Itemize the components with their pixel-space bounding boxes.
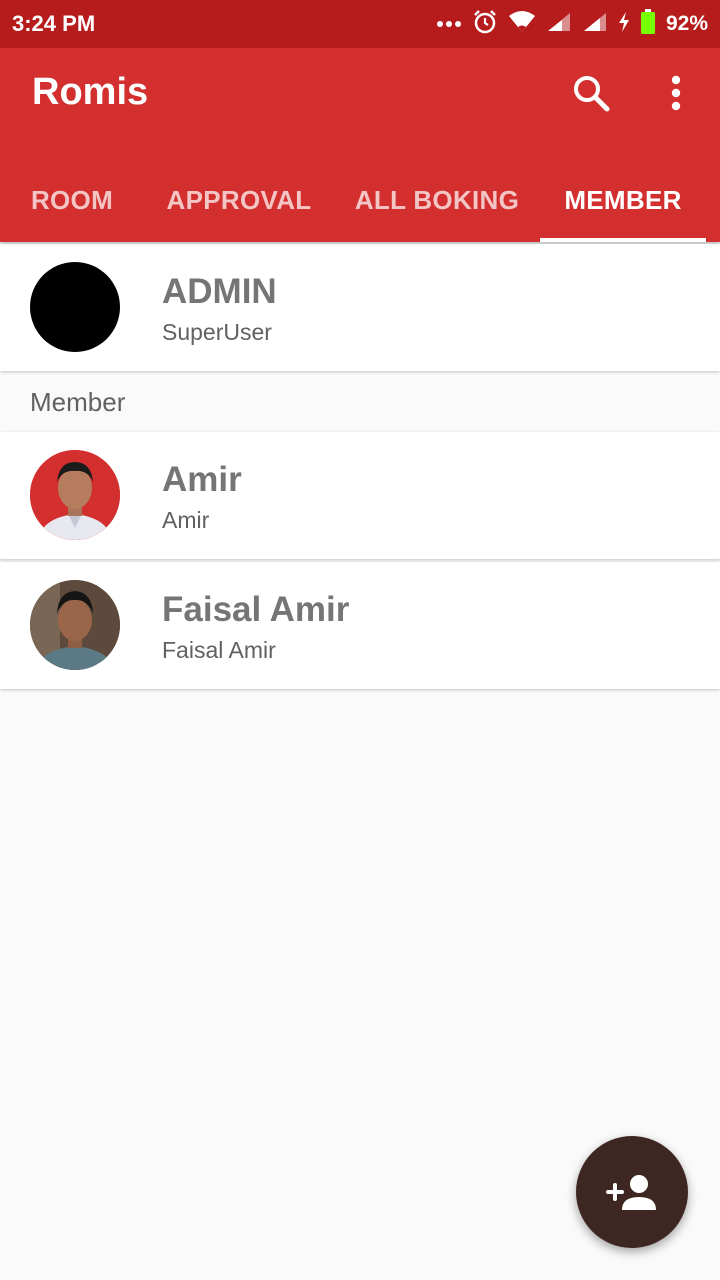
more-dots-icon <box>436 15 462 33</box>
search-button[interactable] <box>566 68 616 118</box>
battery-icon <box>640 8 656 40</box>
wifi-icon <box>508 10 536 39</box>
tab-approval[interactable]: APPROVAL <box>150 158 328 242</box>
signal-icon <box>546 11 572 38</box>
search-icon <box>574 76 610 112</box>
app-bar: Romis ROOM APPROVAL ALL BOKING MEMBER <box>0 48 720 242</box>
tab-member[interactable]: MEMBER <box>540 158 706 242</box>
tab-all-boking[interactable]: ALL BOKING <box>340 158 534 242</box>
member-name: Amir <box>162 460 242 499</box>
status-bar: 3:24 PM 92% <box>0 0 720 48</box>
app-title: Romis <box>32 71 149 113</box>
admin-avatar <box>30 262 120 352</box>
section-header-member: Member <box>30 387 126 417</box>
member-username: Amir <box>162 507 210 533</box>
tab-bar: ROOM APPROVAL ALL BOKING MEMBER <box>0 158 720 242</box>
tab-indicator <box>540 238 706 242</box>
member-name: Faisal Amir <box>162 590 350 629</box>
screen: 3:24 PM 92% Romis ROOM APPROVAL ALL BOKI… <box>0 0 720 1280</box>
more-options-button[interactable] <box>652 68 700 118</box>
status-icons: 92% <box>436 8 708 40</box>
status-time: 3:24 PM <box>12 11 96 36</box>
member-list-item[interactable]: Faisal Amir Faisal Amir <box>0 562 720 689</box>
member-username: Faisal Amir <box>162 637 276 663</box>
add-member-fab[interactable] <box>576 1136 688 1248</box>
admin-name: ADMIN <box>162 272 277 311</box>
charging-icon <box>618 11 630 38</box>
battery-percent: 92% <box>665 12 708 35</box>
add-person-icon <box>606 1175 656 1210</box>
more-vert-icon <box>671 75 681 111</box>
admin-card[interactable]: ADMIN SuperUser <box>0 244 720 371</box>
signal-icon <box>582 11 608 38</box>
avatar <box>30 450 120 540</box>
tab-room[interactable]: ROOM <box>0 158 144 242</box>
member-list-item[interactable]: Amir Amir <box>0 432 720 559</box>
avatar <box>30 580 120 670</box>
admin-role: SuperUser <box>162 319 272 345</box>
alarm-icon <box>472 9 498 40</box>
